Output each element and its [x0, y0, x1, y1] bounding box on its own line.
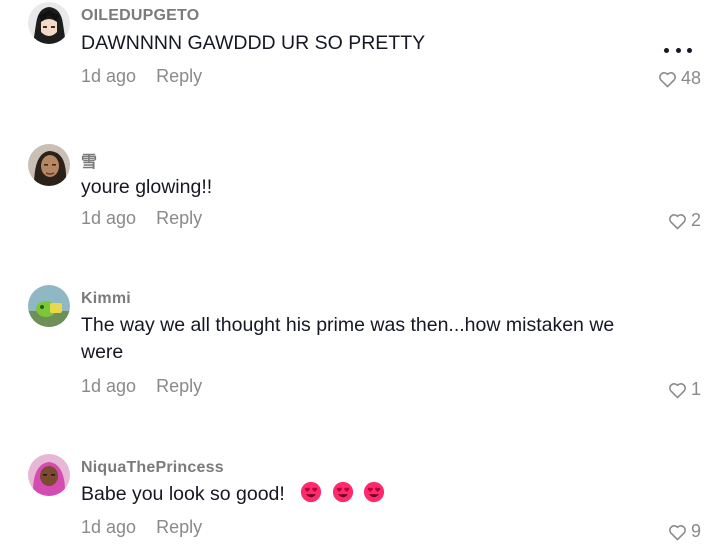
comment-timestamp: 1d ago	[81, 517, 137, 537]
comment-timestamp: 1d ago	[81, 376, 137, 396]
heart-eyes-emoji-icon	[363, 481, 385, 503]
dot	[664, 47, 669, 53]
avatar[interactable]	[28, 2, 70, 44]
reply-button[interactable]: Reply	[156, 208, 202, 229]
reply-button[interactable]: Reply	[156, 376, 202, 397]
comment-text: The way we all thought his prime was the…	[81, 314, 615, 363]
dot	[675, 47, 681, 53]
comment-meta: 1d ago Reply	[81, 208, 202, 229]
comment-username[interactable]: NiquaThePrincess	[81, 459, 224, 477]
heart-eyes-emoji-icon	[300, 481, 322, 503]
comment-timestamp: 1d ago	[81, 208, 137, 228]
like-count: 1	[690, 379, 701, 399]
heart-eyes-emoji-icon	[332, 481, 354, 503]
like-count: 48	[680, 68, 701, 88]
comment-text: youre glowing!!	[81, 176, 213, 198]
heart-outline-icon	[668, 212, 687, 230]
reply-button[interactable]: Reply	[156, 517, 202, 538]
comment-meta: 1d ago Reply	[81, 517, 202, 538]
reply-button[interactable]: Reply	[156, 66, 202, 87]
more-options-icon[interactable]	[664, 42, 692, 58]
dot	[687, 47, 692, 53]
heart-outline-icon	[668, 523, 687, 541]
comment-username[interactable]: Kimmi	[81, 290, 131, 308]
like-button[interactable]: 1	[668, 379, 701, 400]
comment-meta: 1d ago Reply	[81, 376, 202, 397]
comment-username[interactable]: OILEDUPGETO	[81, 7, 199, 25]
avatar[interactable]	[28, 454, 70, 496]
comment-timestamp: 1d ago	[81, 66, 137, 86]
heart-outline-icon	[658, 70, 677, 88]
like-count: 9	[690, 521, 701, 541]
comment-meta: 1d ago Reply	[81, 66, 202, 87]
like-button[interactable]: 48	[658, 68, 701, 89]
like-count: 2	[690, 210, 701, 230]
comment-text: DAWNNNN GAWDDD UR SO PRETTY	[81, 32, 426, 54]
comment-text-content: Babe you look so good!	[81, 483, 285, 505]
avatar[interactable]	[28, 285, 70, 327]
like-button[interactable]: 9	[668, 521, 701, 542]
avatar[interactable]	[28, 144, 70, 186]
comment-username[interactable]: 雪	[81, 148, 97, 172]
comment-text: Babe you look so good!	[81, 481, 641, 508]
heart-outline-icon	[668, 381, 687, 399]
like-button[interactable]: 2	[668, 210, 701, 231]
